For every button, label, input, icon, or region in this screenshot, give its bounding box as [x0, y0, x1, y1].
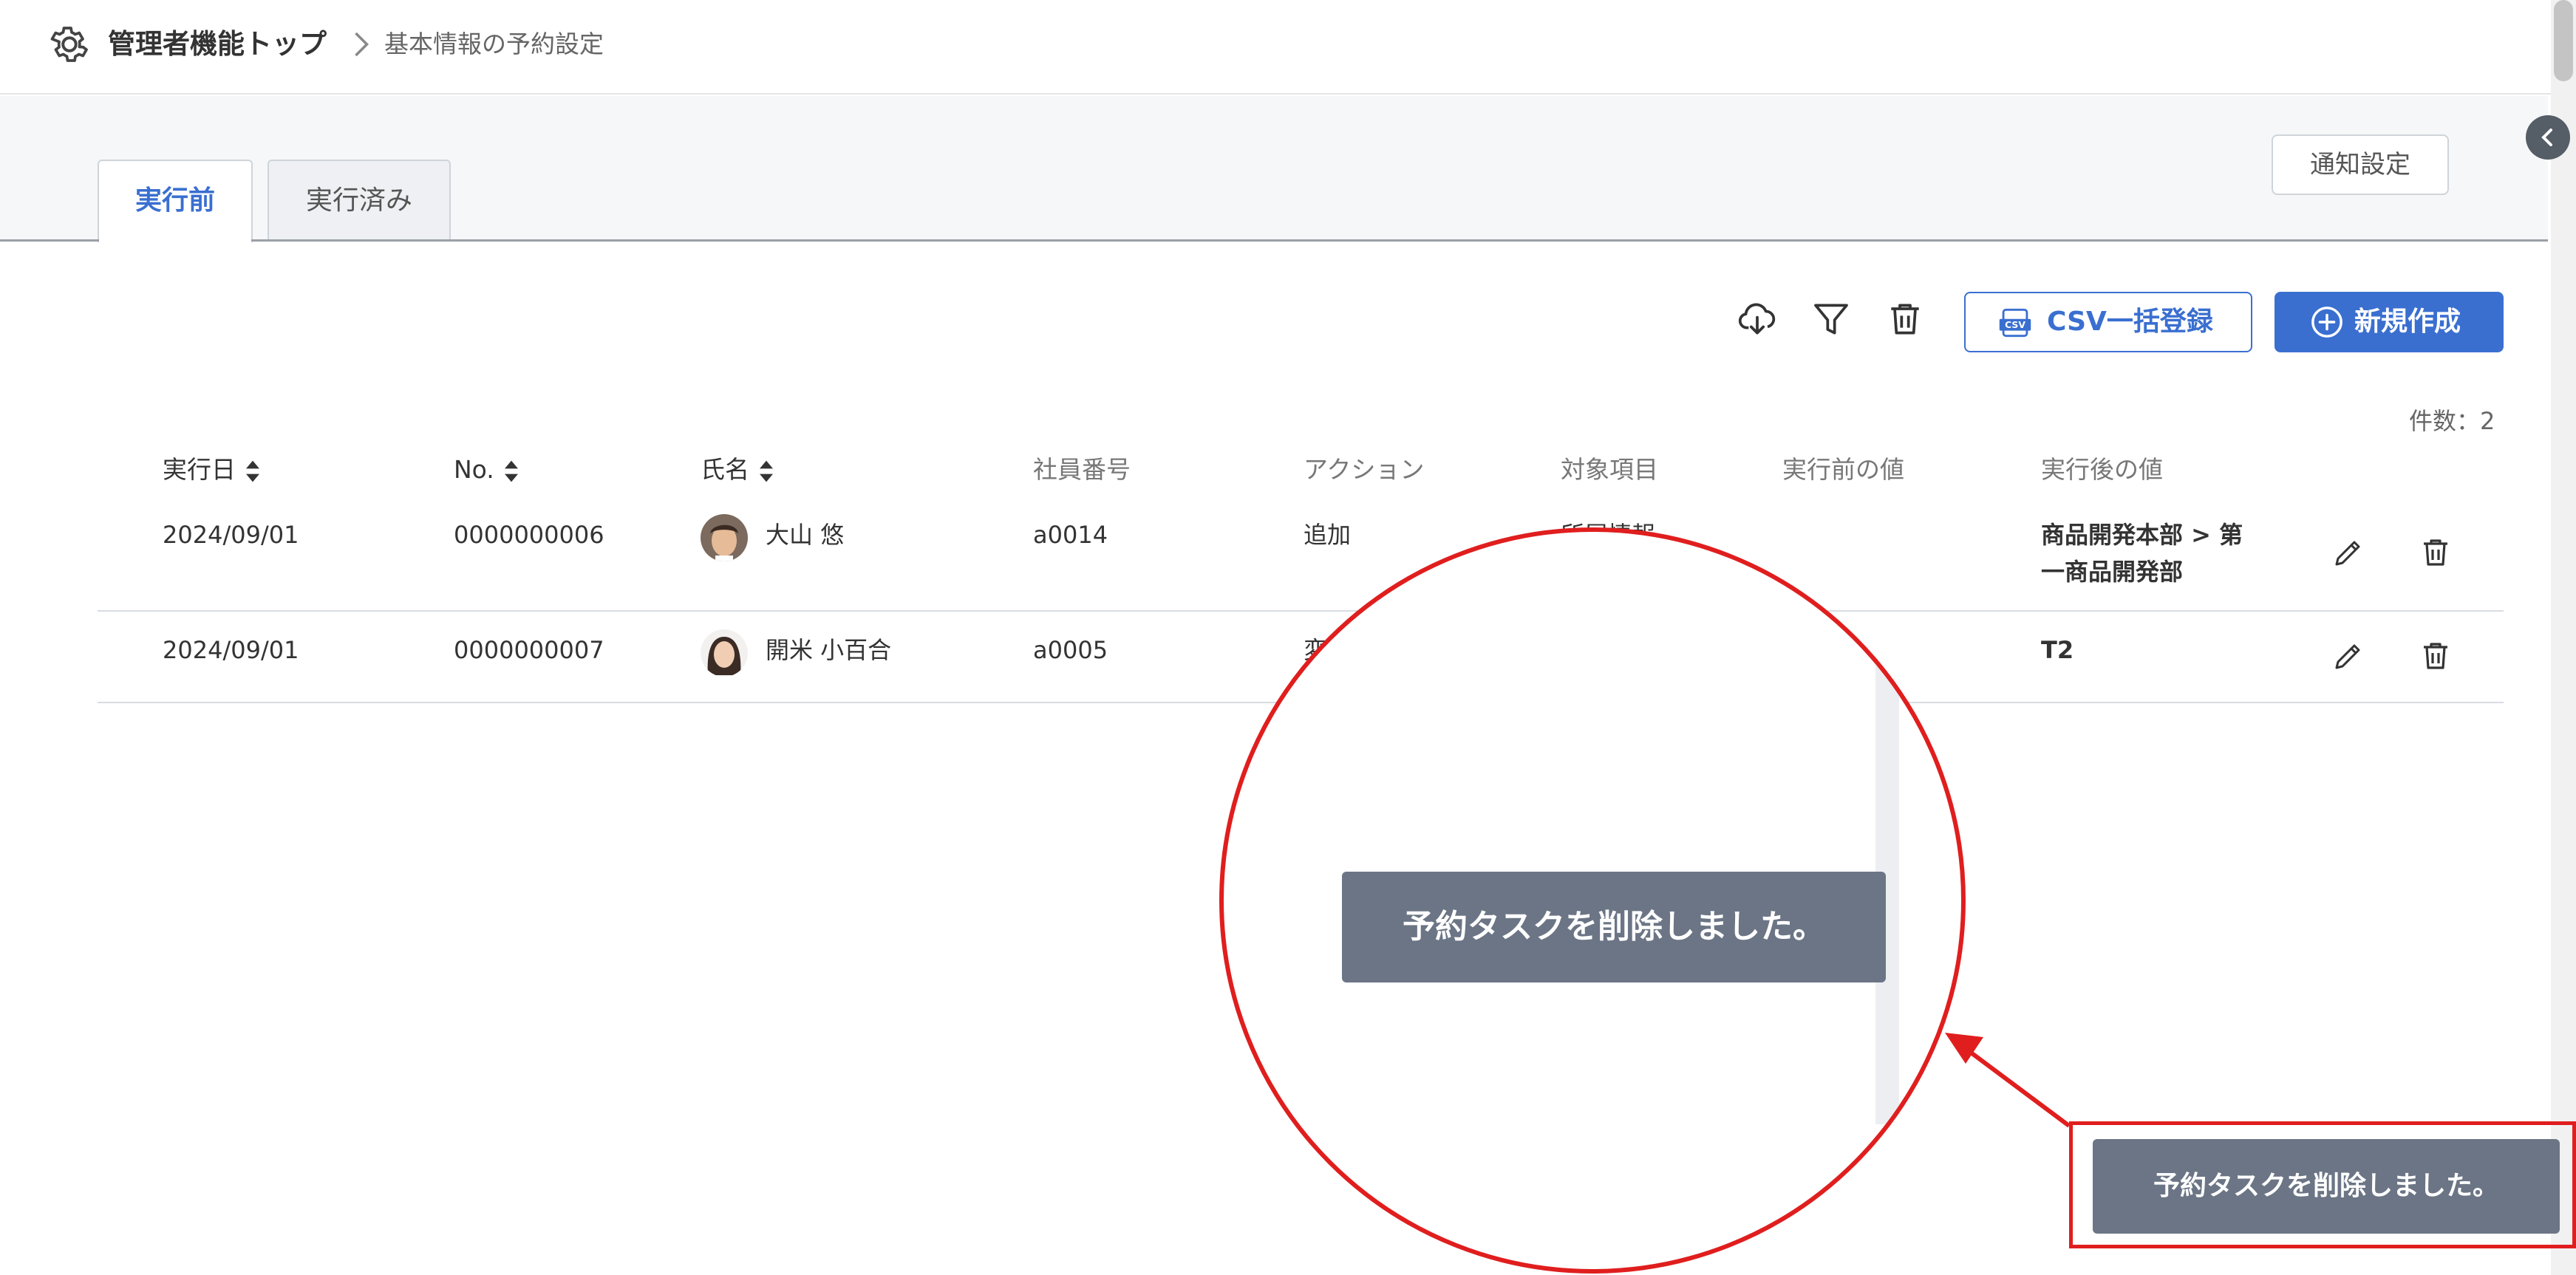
cell-no: 0000000007	[454, 636, 604, 664]
cell-no: 0000000006	[454, 521, 604, 549]
column-header-no[interactable]: No.	[454, 452, 519, 488]
csv-bulk-register-button[interactable]: CSV CSV一括登録	[1964, 292, 2252, 352]
gear-icon[interactable]	[47, 22, 92, 66]
notification-settings-button[interactable]: 通知設定	[2272, 134, 2449, 195]
sort-icon[interactable]	[503, 458, 519, 485]
cell-name: 大山 悠	[766, 521, 845, 549]
cell-employee-no: a0005	[1033, 636, 1108, 664]
zoom-callout-circle: 予約タスクを削除しました。	[1219, 527, 1966, 1274]
filter-icon[interactable]	[1810, 298, 1852, 340]
row-divider	[98, 610, 2504, 612]
cell-after-line2: 一商品開発部	[2041, 558, 2184, 586]
toast-message: 予約タスクを削除しました。	[2093, 1139, 2560, 1234]
column-header-after: 実行後の値	[2041, 455, 2163, 484]
csv-file-icon: CSV	[1999, 308, 2031, 338]
zoomed-toast: 予約タスクを削除しました。	[1342, 872, 1886, 982]
plus-circle-icon	[2311, 307, 2342, 338]
column-header-target: 対象項目	[1561, 455, 1658, 484]
main-content	[0, 96, 2548, 1275]
trash-icon[interactable]	[2418, 638, 2453, 674]
column-header-action: アクション	[1304, 455, 1425, 484]
breadcrumb-top-link[interactable]: 管理者機能トップ	[108, 25, 327, 64]
column-header-name[interactable]: 氏名	[701, 452, 774, 488]
trash-icon[interactable]	[2418, 535, 2453, 570]
trash-icon[interactable]	[1884, 298, 1926, 340]
csv-button-label: CSV一括登録	[2047, 307, 2213, 337]
cell-date: 2024/09/01	[163, 521, 299, 549]
collapse-panel-button[interactable]	[2526, 115, 2570, 160]
cloud-download-icon[interactable]	[1737, 298, 1778, 340]
pencil-icon[interactable]	[2331, 535, 2366, 570]
column-header-employee-no: 社員番号	[1033, 455, 1131, 484]
scrollbar-thumb[interactable]	[2554, 0, 2573, 81]
cell-after-line1: 商品開発本部 > 第	[2041, 521, 2243, 549]
column-header-before: 実行前の値	[1782, 455, 1904, 484]
cell-action: 追加	[1304, 521, 1352, 549]
vertical-scrollbar[interactable]	[2551, 0, 2576, 1275]
column-header-date[interactable]: 実行日	[163, 452, 261, 488]
cell-employee-no: a0014	[1033, 521, 1108, 549]
tab-divider	[0, 239, 2548, 242]
tab-before-execution[interactable]: 実行前	[98, 160, 253, 242]
create-new-label: 新規作成	[2354, 307, 2461, 337]
svg-text:CSV: CSV	[2005, 320, 2025, 330]
sort-icon[interactable]	[245, 458, 261, 485]
create-new-button[interactable]: 新規作成	[2275, 292, 2504, 352]
sort-icon[interactable]	[758, 458, 774, 485]
record-count: 件数：2	[2409, 407, 2495, 435]
cell-name: 開米 小百合	[766, 636, 892, 664]
chevron-right-icon	[355, 32, 369, 57]
avatar	[701, 514, 748, 561]
avatar	[701, 629, 748, 677]
breadcrumb-current: 基本情報の予約設定	[384, 30, 604, 58]
cell-date: 2024/09/01	[163, 636, 299, 664]
cell-after: T2	[2041, 636, 2074, 664]
tab-executed[interactable]: 実行済み	[268, 160, 451, 241]
chevron-left-icon	[2541, 129, 2552, 146]
pencil-icon[interactable]	[2331, 638, 2366, 674]
